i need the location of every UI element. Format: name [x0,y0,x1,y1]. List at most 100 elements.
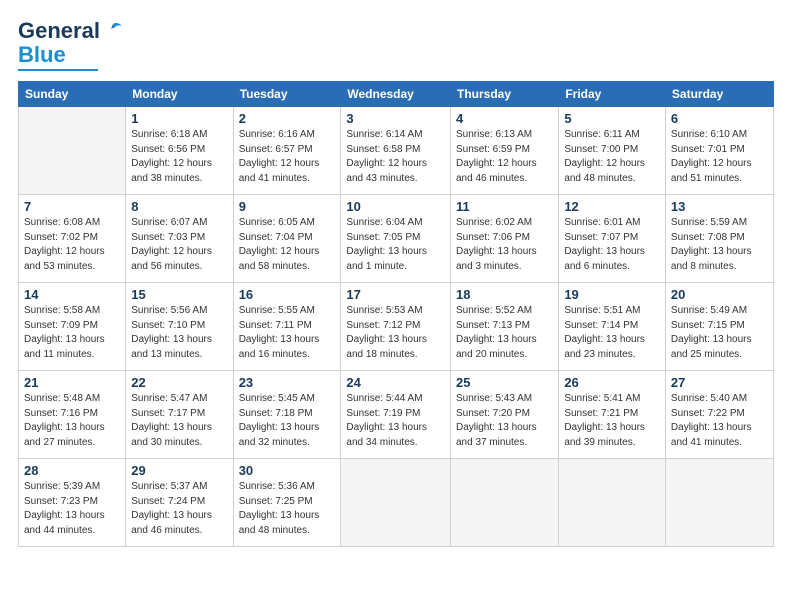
day-number: 20 [671,287,768,302]
week-row-4: 21 Sunrise: 5:48 AMSunset: 7:16 PMDayligh… [19,371,774,459]
day-info: Sunrise: 6:07 AMSunset: 7:03 PMDaylight:… [131,216,227,274]
day-cell: 12 Sunrise: 6:01 AMSunset: 7:07 PMDayligh… [559,195,666,283]
day-number: 17 [346,287,445,302]
day-cell: 14 Sunrise: 5:58 AMSunset: 7:09 PMDayligh… [19,283,126,371]
day-cell: 3 Sunrise: 6:14 AMSunset: 6:58 PMDaylight… [341,107,451,195]
day-cell: 13Sunrise: 5:59 AMSunset: 7:08 PMDayligh… [665,195,773,283]
day-number: 30 [239,463,336,478]
day-info: Sunrise: 5:40 AMSunset: 7:22 PMDaylight:… [671,392,768,450]
logo: General Blue [18,18,124,71]
day-number: 18 [456,287,553,302]
day-number: 15 [131,287,227,302]
day-info: Sunrise: 5:48 AMSunset: 7:16 PMDaylight:… [24,392,120,450]
logo-bird-icon [102,20,124,42]
day-cell: 23 Sunrise: 5:45 AMSunset: 7:18 PMDayligh… [233,371,341,459]
week-row-2: 7 Sunrise: 6:08 AMSunset: 7:02 PMDaylight… [19,195,774,283]
weekday-header-row: SundayMondayTuesdayWednesdayThursdayFrid… [19,82,774,107]
day-info: Sunrise: 5:36 AMSunset: 7:25 PMDaylight:… [239,480,336,538]
day-cell: 17 Sunrise: 5:53 AMSunset: 7:12 PMDayligh… [341,283,451,371]
day-info: Sunrise: 5:47 AMSunset: 7:17 PMDaylight:… [131,392,227,450]
calendar-table: SundayMondayTuesdayWednesdayThursdayFrid… [18,81,774,547]
day-cell: 6 Sunrise: 6:10 AMSunset: 7:01 PMDaylight… [665,107,773,195]
day-info: Sunrise: 5:43 AMSunset: 7:20 PMDaylight:… [456,392,553,450]
day-info: Sunrise: 6:05 AMSunset: 7:04 PMDaylight:… [239,216,336,274]
logo-blue: Blue [18,42,66,68]
day-info: Sunrise: 5:55 AMSunset: 7:11 PMDaylight:… [239,304,336,362]
day-number: 21 [24,375,120,390]
day-info: Sunrise: 5:53 AMSunset: 7:12 PMDaylight:… [346,304,445,362]
day-cell: 2Sunrise: 6:16 AMSunset: 6:57 PMDaylight… [233,107,341,195]
day-number: 9 [239,199,336,214]
day-number: 14 [24,287,120,302]
day-number: 10 [346,199,445,214]
page: General Blue SundayMondayTuesdayWednesda… [0,0,792,612]
day-info: Sunrise: 6:08 AMSunset: 7:02 PMDaylight:… [24,216,120,274]
day-number: 6 [671,111,768,126]
day-number: 8 [131,199,227,214]
day-cell: 22 Sunrise: 5:47 AMSunset: 7:17 PMDayligh… [126,371,233,459]
day-cell: 18 Sunrise: 5:52 AMSunset: 7:13 PMDayligh… [450,283,558,371]
day-number: 22 [131,375,227,390]
day-cell [450,459,558,547]
day-info: Sunrise: 6:18 AMSunset: 6:56 PMDaylight:… [131,128,227,186]
day-cell: 30 Sunrise: 5:36 AMSunset: 7:25 PMDayligh… [233,459,341,547]
day-number: 11 [456,199,553,214]
day-cell: 27 Sunrise: 5:40 AMSunset: 7:22 PMDayligh… [665,371,773,459]
day-number: 4 [456,111,553,126]
day-info: Sunrise: 5:44 AMSunset: 7:19 PMDaylight:… [346,392,445,450]
day-cell: 25Sunrise: 5:43 AMSunset: 7:20 PMDayligh… [450,371,558,459]
logo-general: General [18,18,100,44]
week-row-1: 1 Sunrise: 6:18 AMSunset: 6:56 PMDaylight… [19,107,774,195]
day-info: Sunrise: 6:04 AMSunset: 7:05 PMDaylight:… [346,216,445,274]
weekday-saturday: Saturday [665,82,773,107]
day-info: Sunrise: 6:11 AMSunset: 7:00 PMDaylight:… [564,128,660,186]
day-info: Sunrise: 6:16 AMSunset: 6:57 PMDaylight:… [239,128,336,186]
weekday-monday: Monday [126,82,233,107]
day-number: 26 [564,375,660,390]
week-row-5: 28Sunrise: 5:39 AMSunset: 7:23 PMDayligh… [19,459,774,547]
day-cell: 29 Sunrise: 5:37 AMSunset: 7:24 PMDayligh… [126,459,233,547]
day-info: Sunrise: 6:02 AMSunset: 7:06 PMDaylight:… [456,216,553,274]
day-info: Sunrise: 5:37 AMSunset: 7:24 PMDaylight:… [131,480,227,538]
day-cell: 10 Sunrise: 6:04 AMSunset: 7:05 PMDayligh… [341,195,451,283]
day-number: 16 [239,287,336,302]
day-number: 24 [346,375,445,390]
day-cell: 11 Sunrise: 6:02 AMSunset: 7:06 PMDayligh… [450,195,558,283]
day-number: 27 [671,375,768,390]
day-info: Sunrise: 6:01 AMSunset: 7:07 PMDaylight:… [564,216,660,274]
weekday-sunday: Sunday [19,82,126,107]
weekday-tuesday: Tuesday [233,82,341,107]
logo-underline [18,69,98,71]
day-cell: 26 Sunrise: 5:41 AMSunset: 7:21 PMDayligh… [559,371,666,459]
week-row-3: 14 Sunrise: 5:58 AMSunset: 7:09 PMDayligh… [19,283,774,371]
day-info: Sunrise: 5:59 AMSunset: 7:08 PMDaylight:… [671,216,768,274]
day-cell [341,459,451,547]
day-info: Sunrise: 5:41 AMSunset: 7:21 PMDaylight:… [564,392,660,450]
day-info: Sunrise: 5:58 AMSunset: 7:09 PMDaylight:… [24,304,120,362]
day-cell: 21 Sunrise: 5:48 AMSunset: 7:16 PMDayligh… [19,371,126,459]
day-info: Sunrise: 6:14 AMSunset: 6:58 PMDaylight:… [346,128,445,186]
day-number: 12 [564,199,660,214]
day-number: 3 [346,111,445,126]
day-cell: 24 Sunrise: 5:44 AMSunset: 7:19 PMDayligh… [341,371,451,459]
day-info: Sunrise: 5:52 AMSunset: 7:13 PMDaylight:… [456,304,553,362]
day-cell: 1 Sunrise: 6:18 AMSunset: 6:56 PMDaylight… [126,107,233,195]
day-number: 29 [131,463,227,478]
day-number: 1 [131,111,227,126]
day-number: 23 [239,375,336,390]
day-cell: 8 Sunrise: 6:07 AMSunset: 7:03 PMDaylight… [126,195,233,283]
weekday-thursday: Thursday [450,82,558,107]
day-info: Sunrise: 5:45 AMSunset: 7:18 PMDaylight:… [239,392,336,450]
day-cell: 15 Sunrise: 5:56 AMSunset: 7:10 PMDayligh… [126,283,233,371]
day-number: 28 [24,463,120,478]
day-info: Sunrise: 5:56 AMSunset: 7:10 PMDaylight:… [131,304,227,362]
day-cell: 28Sunrise: 5:39 AMSunset: 7:23 PMDayligh… [19,459,126,547]
weekday-wednesday: Wednesday [341,82,451,107]
day-cell: 20Sunrise: 5:49 AMSunset: 7:15 PMDayligh… [665,283,773,371]
day-cell: 5Sunrise: 6:11 AMSunset: 7:00 PMDaylight… [559,107,666,195]
day-cell: 9 Sunrise: 6:05 AMSunset: 7:04 PMDaylight… [233,195,341,283]
day-cell [19,107,126,195]
weekday-friday: Friday [559,82,666,107]
day-number: 7 [24,199,120,214]
day-info: Sunrise: 6:10 AMSunset: 7:01 PMDaylight:… [671,128,768,186]
